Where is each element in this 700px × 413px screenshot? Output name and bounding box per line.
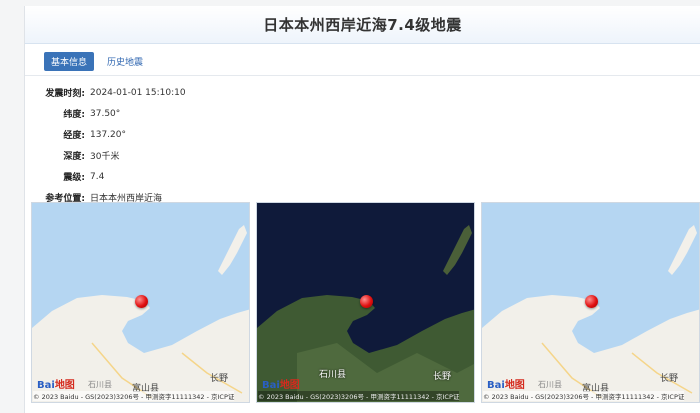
info-list: 发震时刻: 2024-01-01 15:10:10 纬度: 37.50° 经度:… — [25, 76, 700, 208]
info-label: 纬度: — [63, 110, 85, 120]
info-label: 发震时刻: — [45, 89, 85, 99]
baidu-logo: Bai地图 — [487, 376, 525, 391]
info-label: 震级: — [63, 173, 85, 183]
tab-basic-info[interactable]: 基本信息 — [44, 52, 95, 71]
logo-text: 地图 — [504, 380, 525, 391]
epicenter-pin — [585, 295, 598, 308]
quake-detail-panel: 日本本州西岸近海7.4级地震 基本信息 历史地震 发震时刻: 2024-01-0… — [24, 6, 700, 413]
page-title: 日本本州西岸近海7.4级地震 — [263, 16, 462, 34]
header: 日本本州西岸近海7.4级地震 — [25, 6, 700, 44]
map-copyright: © 2023 Baidu - GS(2023)3206号 - 甲测资字11111… — [33, 391, 235, 401]
city-label: 石川县 — [88, 380, 112, 389]
city-label: 石川县 — [538, 380, 562, 389]
info-value: 2024-01-01 15:10:10 — [90, 87, 186, 98]
info-row-depth: 深度: 30千米 — [25, 145, 700, 166]
logo-text: 地图 — [279, 380, 300, 391]
info-value: 37.50° — [90, 108, 121, 119]
baidu-logo: Bai地图 — [262, 376, 300, 391]
logo-text: 地图 — [54, 380, 75, 391]
info-row-magnitude: 震级: 7.4 — [25, 166, 700, 187]
city-label: 长野 — [433, 372, 452, 382]
map-copyright: © 2023 Baidu - GS(2023)3206号 - 甲测资字11111… — [483, 391, 685, 401]
epicenter-pin — [360, 295, 373, 308]
info-label: 深度: — [63, 152, 85, 162]
tab-bar: 基本信息 历史地震 — [25, 48, 700, 76]
city-label: 石川县 — [319, 370, 347, 380]
logo-text: Bai — [37, 380, 55, 391]
map-copyright: © 2023 Baidu - GS(2023)3206号 - 甲测资字11111… — [258, 391, 460, 401]
map-standard[interactable]: 富山县 长野 石川县 Bai地图 © 2023 Baidu - GS(2023)… — [31, 202, 250, 403]
info-row-time: 发震时刻: 2024-01-01 15:10:10 — [25, 82, 700, 103]
info-value: 137.20° — [90, 129, 126, 140]
info-value: 30千米 — [90, 152, 120, 162]
info-label: 经度: — [63, 131, 85, 141]
map-satellite[interactable]: 石川县 长野 Bai地图 © 2023 Baidu - GS(2023)3206… — [256, 202, 475, 403]
epicenter-pin — [135, 295, 148, 308]
info-row-latitude: 纬度: 37.50° — [25, 103, 700, 124]
city-label: 长野 — [210, 374, 229, 384]
logo-text: Bai — [487, 380, 505, 391]
city-label: 长野 — [660, 374, 679, 384]
map-standard-2[interactable]: 富山县 长野 石川县 Bai地图 © 2023 Baidu - GS(2023)… — [481, 202, 700, 403]
info-row-longitude: 经度: 137.20° — [25, 124, 700, 145]
info-value: 7.4 — [90, 171, 105, 182]
logo-text: Bai — [262, 380, 280, 391]
baidu-logo: Bai地图 — [37, 376, 75, 391]
map-gallery: 富山县 长野 石川县 Bai地图 © 2023 Baidu - GS(2023)… — [31, 202, 700, 407]
tab-history[interactable]: 历史地震 — [100, 52, 150, 71]
